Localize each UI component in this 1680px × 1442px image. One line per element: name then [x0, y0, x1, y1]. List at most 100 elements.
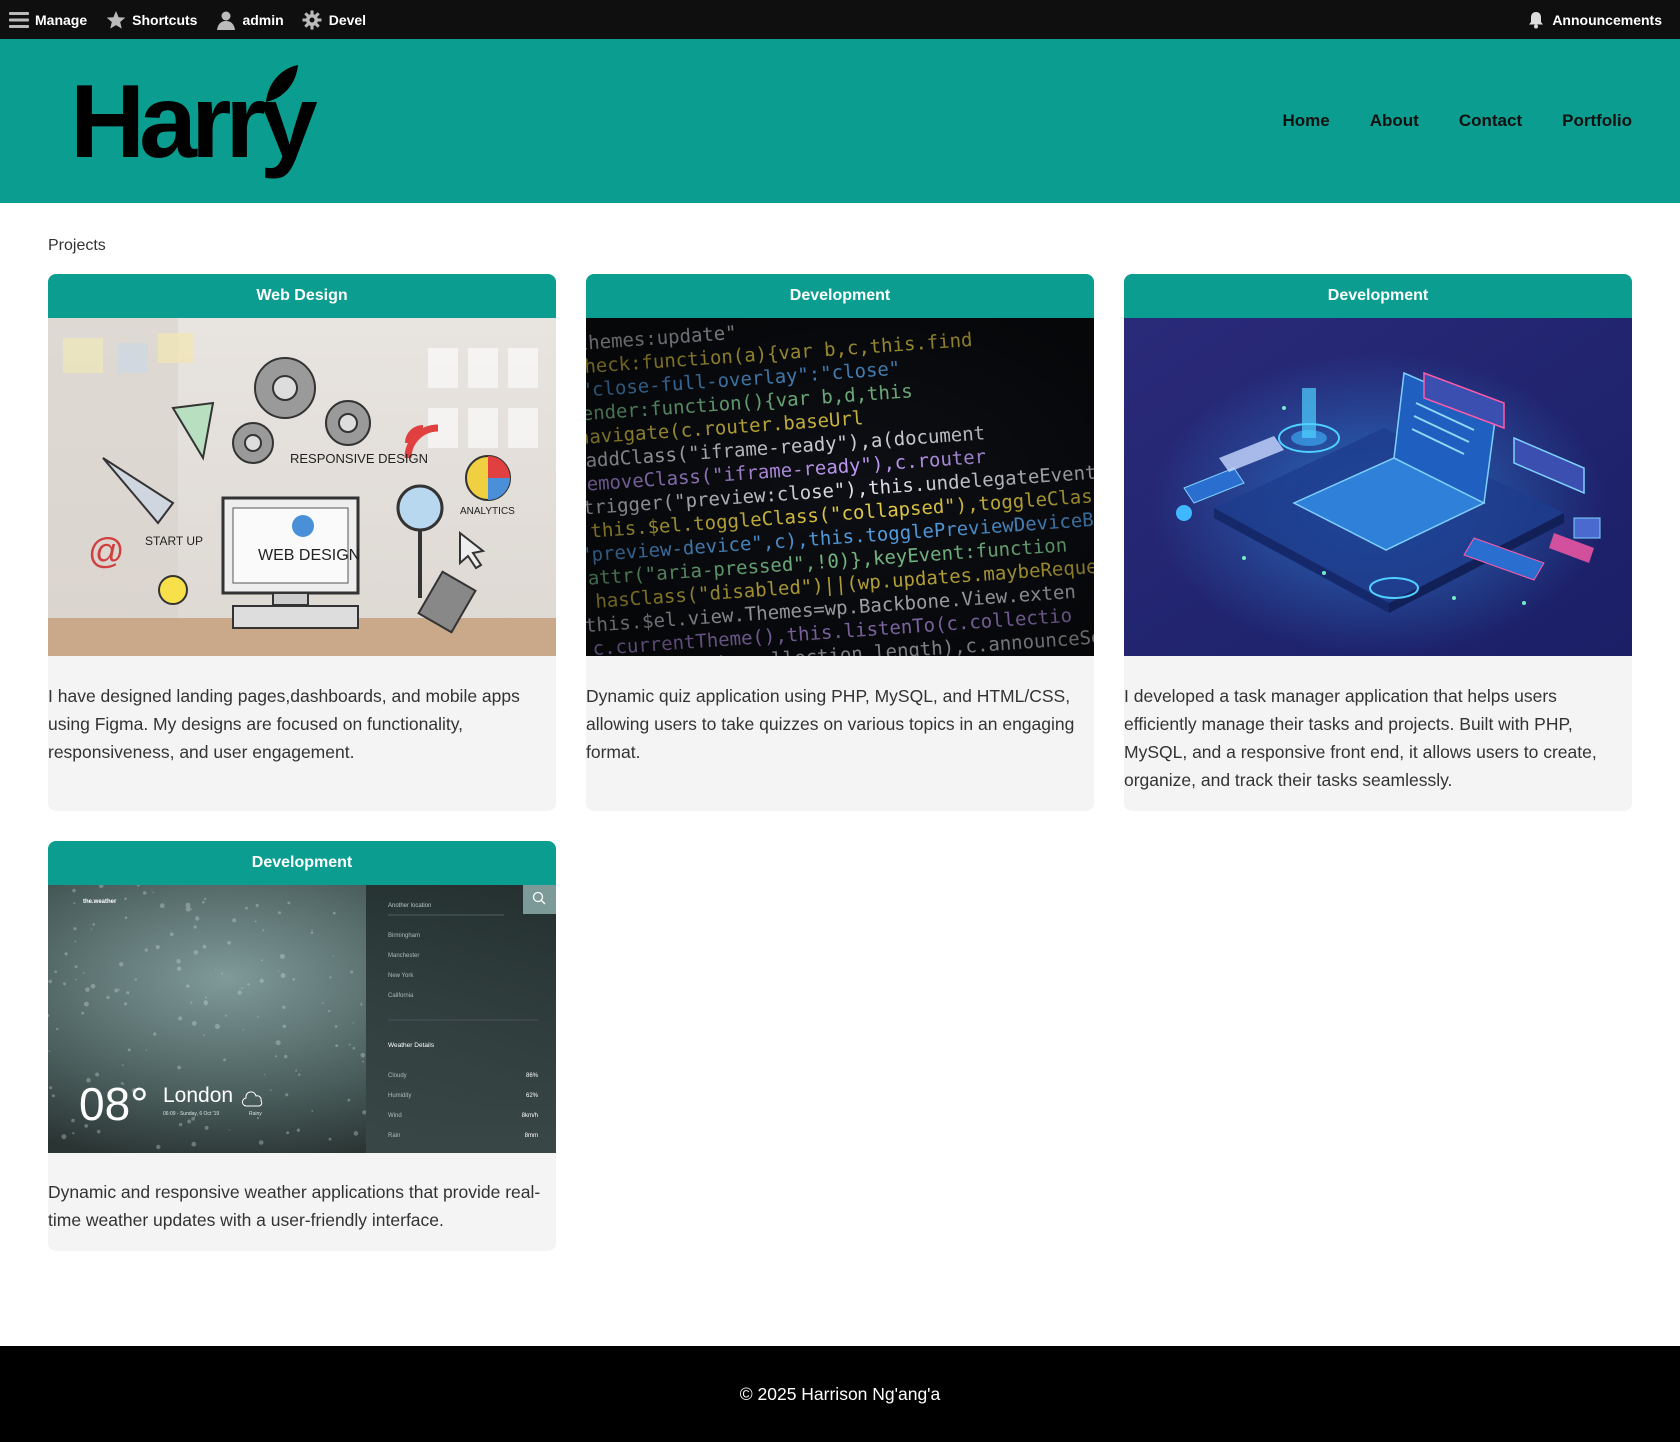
raindrop: [258, 1140, 264, 1145]
toolbar-devel[interactable]: Devel: [293, 0, 375, 39]
raindrop: [204, 996, 207, 999]
raindrop: [156, 1144, 161, 1150]
weather-location-4: California: [388, 993, 414, 999]
toolbar-manage[interactable]: Manage: [0, 0, 96, 39]
raindrop: [203, 1034, 205, 1037]
raindrop: [227, 940, 231, 945]
raindrop: [204, 1002, 208, 1006]
project-card-task-manager[interactable]: Development I developed a task manager a…: [1124, 274, 1632, 811]
raindrop: [328, 1010, 331, 1013]
raindrop: [63, 982, 66, 986]
raindrop: [278, 911, 281, 915]
user-icon: [215, 9, 236, 30]
weather-details-title: Weather Details: [388, 1042, 435, 1049]
bell-icon: [1525, 9, 1546, 30]
toolbar-announcements[interactable]: Announcements: [1517, 0, 1680, 39]
weather-date: 06:09 - Sunday, 6 Oct '19: [163, 1111, 219, 1117]
raindrop: [352, 1047, 356, 1050]
raindrop: [142, 891, 147, 895]
project-card-quiz-app[interactable]: Development "themes:update"Check:functio…: [586, 274, 1094, 811]
page-title: Projects: [48, 237, 106, 254]
nav-portfolio[interactable]: Portfolio: [1562, 111, 1632, 131]
weather-detail-value-1: 86%: [526, 1073, 539, 1079]
site-header: Harry Home About Contact Portfolio: [0, 39, 1680, 203]
weather-detail-value-2: 62%: [526, 1093, 539, 1099]
raindrop: [329, 976, 332, 979]
footer-copyright: © 2025 Harrison Ng'ang'a: [739, 1383, 941, 1404]
raindrop: [245, 906, 248, 910]
raindrop: [74, 940, 77, 943]
project-card-web-design[interactable]: Web Design @ RESPONSIVE DESIGN WEB DESIG…: [48, 274, 556, 811]
raindrop: [187, 1119, 192, 1124]
raindrop: [124, 916, 128, 919]
nav-contact[interactable]: Contact: [1459, 111, 1522, 131]
raindrop: [277, 970, 280, 972]
raindrop: [284, 1054, 288, 1059]
nav-home[interactable]: Home: [1283, 111, 1330, 131]
weather-brand: the.weather: [83, 899, 117, 905]
raindrop: [195, 916, 200, 921]
toolbar-shortcuts[interactable]: Shortcuts: [96, 0, 206, 39]
card-description: Dynamic and responsive weather applicati…: [48, 1182, 541, 1230]
project-card-weather-app[interactable]: Development the.weather Another location: [48, 841, 556, 1251]
raindrop: [203, 897, 207, 901]
admin-toolbar: Manage Shortcuts admin Devel Announcemen…: [0, 0, 1680, 39]
raindrop: [256, 1116, 260, 1120]
raindrop: [95, 1072, 100, 1077]
nav-about[interactable]: About: [1370, 111, 1419, 131]
raindrop: [360, 1003, 363, 1006]
raindrop: [350, 970, 354, 974]
img-label-web-design: WEB DESIGN: [258, 547, 360, 564]
toolbar-devel-label: Devel: [328, 11, 367, 28]
raindrop: [118, 988, 120, 991]
raindrop: [298, 1073, 301, 1076]
raindrop: [193, 950, 198, 955]
card-category: Development: [586, 274, 1094, 318]
raindrop: [255, 903, 259, 908]
raindrop: [202, 944, 207, 949]
raindrop: [51, 1094, 55, 1098]
weather-detail-value-3: 8km/h: [522, 1113, 538, 1119]
raindrop: [92, 923, 95, 926]
toolbar-left: Manage Shortcuts admin Devel: [0, 0, 375, 39]
raindrop: [72, 1132, 75, 1135]
card-description: Dynamic quiz application using PHP, MySQ…: [586, 686, 1075, 762]
weather-city: London: [163, 1084, 233, 1107]
raindrop: [191, 1141, 197, 1147]
weather-detail-value-4: 8mm: [525, 1133, 538, 1139]
raindrop: [90, 928, 93, 930]
card-category: Development: [48, 841, 556, 885]
weather-app-screenshot: the.weather Another location Birmingham …: [48, 885, 556, 1153]
raindrop: [274, 1055, 278, 1058]
raindrop: [177, 966, 182, 971]
weather-condition: Rainy: [249, 1111, 262, 1117]
site-logo[interactable]: Harry: [70, 64, 324, 180]
raindrop: [275, 1040, 281, 1046]
raindrop: [223, 1058, 226, 1062]
toolbar-right: Announcements: [1517, 0, 1680, 39]
raindrop: [176, 959, 181, 964]
raindrop: [145, 1049, 148, 1051]
raindrop: [61, 1134, 67, 1140]
raindrop: [127, 1048, 131, 1052]
weather-detail-label-4: Rain: [388, 1133, 400, 1139]
raindrop: [185, 902, 191, 908]
raindrop: [114, 988, 119, 993]
raindrop: [262, 929, 265, 932]
toolbar-user[interactable]: admin: [206, 0, 292, 39]
raindrop: [282, 1005, 286, 1009]
toolbar-shortcuts-label: Shortcuts: [132, 11, 198, 28]
weather-temp: 08°: [79, 1078, 149, 1130]
raindrop: [186, 984, 190, 988]
code-screenshot-image: "themes:update"Check:function(a){var b,c…: [586, 318, 1094, 656]
raindrop: [121, 1064, 124, 1066]
raindrop: [296, 1128, 301, 1132]
weather-location-3: New York: [388, 973, 414, 979]
raindrop: [81, 1011, 85, 1015]
raindrop: [260, 959, 263, 962]
raindrop: [90, 983, 96, 989]
raindrop: [204, 1125, 209, 1130]
raindrop: [178, 1016, 183, 1021]
raindrop: [191, 1021, 197, 1026]
raindrop: [64, 952, 68, 956]
